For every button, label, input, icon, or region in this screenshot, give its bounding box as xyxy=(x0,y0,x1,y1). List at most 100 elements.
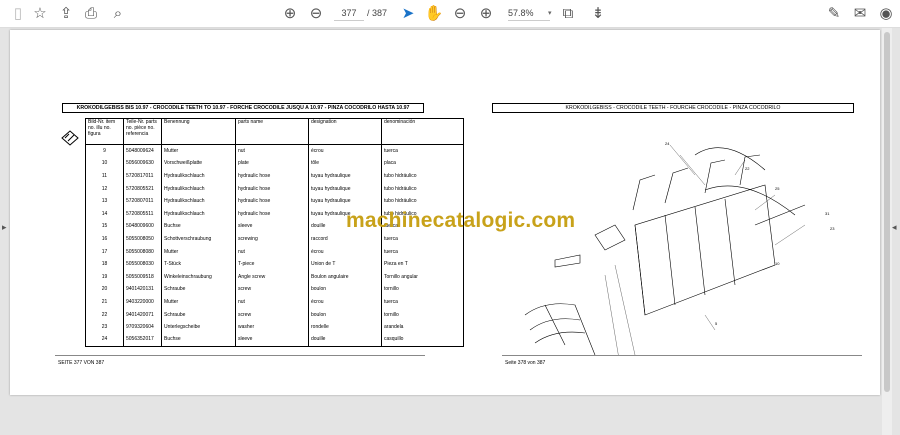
watermark: machinecatalogic.com xyxy=(346,209,576,232)
page-down-icon[interactable]: ⊖ xyxy=(306,4,326,24)
search-icon[interactable]: ⌕ xyxy=(108,4,128,24)
page-fit-icon[interactable]: ⧉ xyxy=(558,4,578,24)
table-row: 12 5720805521 Hydraulikschlauch hydraulic h… xyxy=(85,182,464,195)
table-cell: rondelle xyxy=(308,320,382,334)
right-page-title: KROKODILGEBISS - CROCODILE TEETH - FOURC… xyxy=(492,103,854,113)
table-cell: screwing xyxy=(235,232,309,246)
table-cell: 16 xyxy=(85,232,124,246)
table-cell: 20 xyxy=(85,283,124,296)
pdf-page-spread: KROKODILGEBISS BIS 10.97 - CROCODILE TEE… xyxy=(10,30,880,395)
table-cell: 22 xyxy=(85,308,124,321)
table-cell: tuyau hydraulique xyxy=(308,194,382,208)
table-cell: écrou xyxy=(308,245,382,258)
table-cell: casquillo xyxy=(381,333,464,346)
table-cell: 5056352017 xyxy=(123,333,162,346)
table-cell: Vorschweißplatte xyxy=(161,157,236,170)
table-cell: tuerca xyxy=(381,232,464,246)
account-icon[interactable]: ◉ xyxy=(876,4,896,24)
print-icon[interactable]: ⎙ xyxy=(81,4,101,24)
table-cell: nut xyxy=(235,295,309,309)
table-cell: Boulon angulaire xyxy=(308,270,382,284)
table-cell: Buchse xyxy=(161,333,236,346)
table-row: 18 5055008030 T-Stück T-piece Union de T Piez… xyxy=(85,257,464,271)
table-cell: tubo hidráulico xyxy=(381,182,464,195)
previous-page-arrow[interactable]: ▸ xyxy=(2,222,7,233)
zoom-out-icon[interactable]: ⊖ xyxy=(450,4,470,24)
chevron-down-icon[interactable]: ▾ xyxy=(548,6,552,21)
table-cell: 21 xyxy=(85,295,124,309)
table-cell: tôle xyxy=(308,157,382,170)
table-cell: 10 xyxy=(85,157,124,170)
table-row: 17 5055008080 Mutter nut écrou tuerca xyxy=(85,245,464,258)
table-cell: Pieza en T xyxy=(381,257,464,271)
scroll-mode-icon[interactable]: ⇟ xyxy=(588,4,608,24)
table-cell: nut xyxy=(235,245,309,258)
table-cell: 5720807011 xyxy=(123,194,162,208)
table-cell: Winkeleinschraubung xyxy=(161,270,236,284)
svg-text:10: 10 xyxy=(775,261,780,266)
table-cell: sleeve xyxy=(235,220,309,233)
scrollbar-thumb[interactable] xyxy=(884,32,890,392)
left-page-footer: SEITE 377 VON 387 xyxy=(58,360,105,366)
zoom-level-input[interactable]: 57.8% xyxy=(508,6,550,21)
table-cell: Buchse xyxy=(161,220,236,233)
sign-icon[interactable]: ✎ xyxy=(824,4,844,24)
table-cell: tubo hidráulico xyxy=(381,194,464,208)
column-header: Teile-Nr. parts no. pièce no. referencia xyxy=(123,118,162,145)
table-cell: 5720817011 xyxy=(123,169,162,183)
svg-text:5: 5 xyxy=(715,321,718,326)
table-cell: 9403220000 xyxy=(123,295,162,309)
table-cell: arandela xyxy=(381,320,464,334)
page-total: / 387 xyxy=(367,8,388,18)
svg-text:31: 31 xyxy=(825,211,830,216)
bookmark-star-icon[interactable]: ☆ xyxy=(30,4,50,24)
table-cell: Hydraulikschlauch xyxy=(161,169,236,183)
table-cell: placa xyxy=(381,157,464,170)
mail-icon[interactable]: ✉ xyxy=(850,4,870,24)
table-cell: 5055008080 xyxy=(123,245,162,258)
page-up-icon[interactable]: ⊕ xyxy=(280,4,300,24)
exploded-parts-diagram: 2422253123105713 xyxy=(524,141,835,355)
svg-text:23: 23 xyxy=(830,226,835,231)
table-cell: 5048009624 xyxy=(123,144,162,158)
hand-icon[interactable]: ✋ xyxy=(424,4,444,24)
table-cell: 5056009630 xyxy=(123,157,162,170)
table-row: 22 9401420071 Schraube screw boulon tornillo xyxy=(85,308,464,321)
table-cell: 12 xyxy=(85,182,124,195)
table-row: 19 5055009518 Winkeleinschraubung Angle scr… xyxy=(85,270,464,284)
table-cell: tuerca xyxy=(381,295,464,309)
table-cell: 15 xyxy=(85,220,124,233)
table-cell: 17 xyxy=(85,245,124,258)
svg-text:25: 25 xyxy=(775,186,780,191)
table-row: 9 5048009624 Mutter nut écrou tuerca xyxy=(85,144,464,158)
vertical-scrollbar[interactable] xyxy=(882,28,892,435)
table-row: 16 5055008050 Schottverschraubung screwing r… xyxy=(85,232,464,246)
select-cursor-icon[interactable]: ➤ xyxy=(398,4,418,24)
zoom-in-icon[interactable]: ⊕ xyxy=(476,4,496,24)
table-cell: 5720805521 xyxy=(123,182,162,195)
table-cell: boulon xyxy=(308,283,382,296)
table-cell: Unterlegscheibe xyxy=(161,320,236,334)
table-cell: Tornillo angular xyxy=(381,270,464,284)
right-page-footer: Seite 378 von 387 xyxy=(505,360,546,366)
table-cell: sleeve xyxy=(235,333,309,346)
save-icon[interactable]: ▯ xyxy=(8,4,28,24)
table-cell: tuyau hydraulique xyxy=(308,169,382,183)
table-cell: tuyau hydraulique xyxy=(308,182,382,195)
table-row: 11 5720817011 Hydraulikschlauch hydraulic h… xyxy=(85,169,464,183)
table-cell: Mutter xyxy=(161,245,236,258)
table-cell: Schraube xyxy=(161,283,236,296)
upload-icon[interactable]: ⇪ xyxy=(56,4,76,24)
table-cell: 24 xyxy=(85,333,124,346)
table-cell: screw xyxy=(235,308,309,321)
table-cell: Angle screw xyxy=(235,270,309,284)
next-page-arrow[interactable]: ◂ xyxy=(892,222,897,233)
table-cell: Union de T xyxy=(308,257,382,271)
column-header: Bild-Nr. item no. illu no. figura xyxy=(85,118,124,145)
page-number-input[interactable]: 377 xyxy=(334,6,364,21)
table-cell: écrou xyxy=(308,295,382,309)
table-cell: washer xyxy=(235,320,309,334)
table-cell: tuerca xyxy=(381,245,464,258)
table-cell: hydraulic hose xyxy=(235,194,309,208)
table-cell: douille xyxy=(308,333,382,346)
